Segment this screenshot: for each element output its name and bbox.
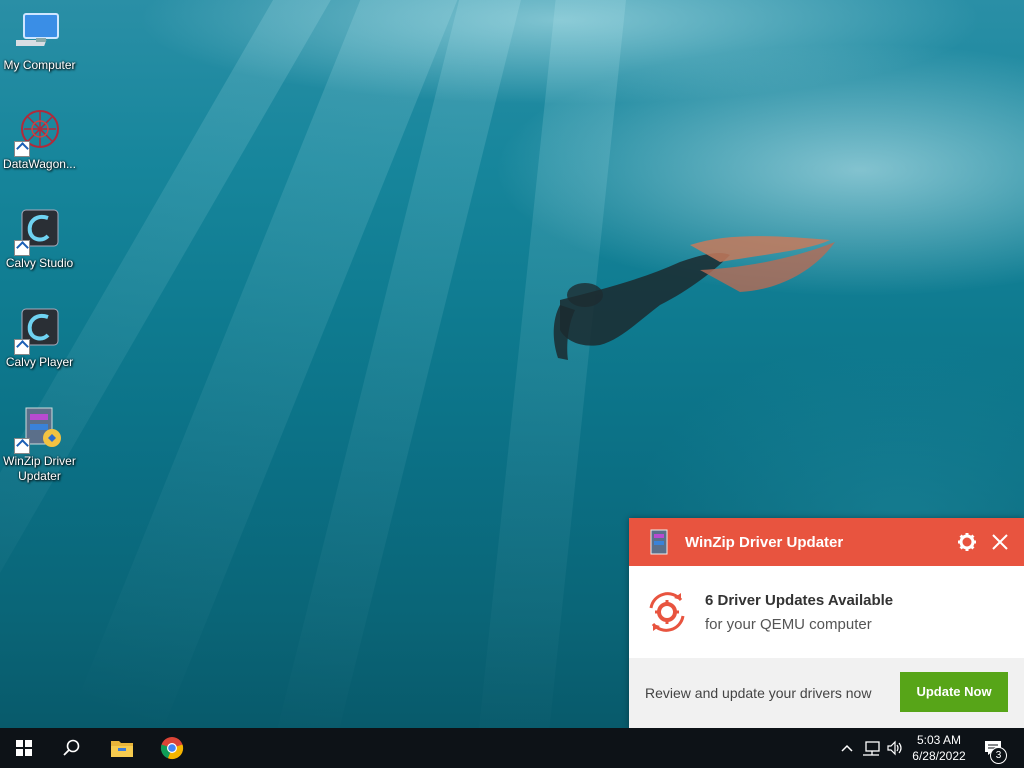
desktop-icon-winzip-driver-updater[interactable]: WinZip Driver Updater <box>0 396 79 484</box>
show-hidden-icons-button[interactable] <box>838 728 856 768</box>
notification-footer: Review and update your drivers now Updat… <box>629 658 1024 728</box>
notification-heading: 6 Driver Updates Available <box>705 592 894 609</box>
desktop-icon-datawagon[interactable]: DataWagon... <box>0 99 79 172</box>
network-icon <box>863 741 880 756</box>
desktop-icon-label: My Computer <box>3 58 76 72</box>
start-icon <box>16 740 32 756</box>
notification-footer-message: Review and update your drivers now <box>645 685 872 701</box>
volume-icon <box>887 740 902 756</box>
datawagon-icon <box>13 107 64 157</box>
desktop-icon-calvy-player[interactable]: Calvy Player <box>0 297 79 370</box>
notification-subtext: for your QEMU computer <box>705 616 872 633</box>
file-explorer-button[interactable] <box>98 728 146 768</box>
winzip-app-icon <box>646 529 672 555</box>
desktop-icon-label: WinZip Driver Updater <box>3 454 76 483</box>
desktop-icon-calvy-studio[interactable]: Calvy Studio <box>0 198 79 271</box>
taskbar: 5:03 AM 6/28/2022 <box>0 728 1024 768</box>
desktop-icon-my-computer[interactable]: My Computer <box>0 0 79 73</box>
update-now-button[interactable]: Update Now <box>900 672 1008 712</box>
desktop-icon-label: Calvy Studio <box>5 256 74 270</box>
clock-time: 5:03 AM <box>916 733 962 747</box>
desktop-icon-label: Calvy Player <box>5 355 74 369</box>
chrome-icon <box>160 737 184 760</box>
shortcut-arrow-icon <box>13 240 30 256</box>
chrome-button[interactable] <box>148 728 196 768</box>
clock[interactable]: 5:03 AM 6/28/2022 <box>906 732 972 764</box>
shortcut-arrow-icon <box>13 339 30 355</box>
winzip-notification[interactable]: WinZip Driver Updater 6 Driver Updates A… <box>629 518 1024 728</box>
computer-icon <box>7 8 64 56</box>
driver-update-gear-icon <box>643 588 691 636</box>
shortcut-arrow-icon <box>13 141 30 157</box>
notification-app-title: WinZip Driver Updater <box>685 534 844 551</box>
desktop-icon-label: DataWagon... <box>3 157 76 171</box>
winzip-driver-updater-icon <box>13 404 64 454</box>
search-button[interactable] <box>48 728 96 768</box>
calvy-player-icon <box>13 305 64 355</box>
gear-icon[interactable] <box>957 532 977 552</box>
close-icon[interactable] <box>989 531 1011 553</box>
network-button[interactable] <box>860 728 882 768</box>
shortcut-arrow-icon <box>13 438 30 454</box>
notification-count-badge: 3 <box>990 747 1007 764</box>
notification-header: WinZip Driver Updater <box>629 518 1024 566</box>
search-icon <box>63 739 80 756</box>
start-button[interactable] <box>0 728 48 768</box>
show-desktop-button[interactable] <box>1018 728 1024 768</box>
file-explorer-icon <box>111 741 133 757</box>
chevron-up-icon <box>841 744 853 752</box>
clock-date: 6/28/2022 <box>912 749 966 763</box>
calvy-studio-icon <box>13 206 64 256</box>
volume-button[interactable] <box>884 728 906 768</box>
notification-body: 6 Driver Updates Available for your QEMU… <box>629 566 1024 658</box>
